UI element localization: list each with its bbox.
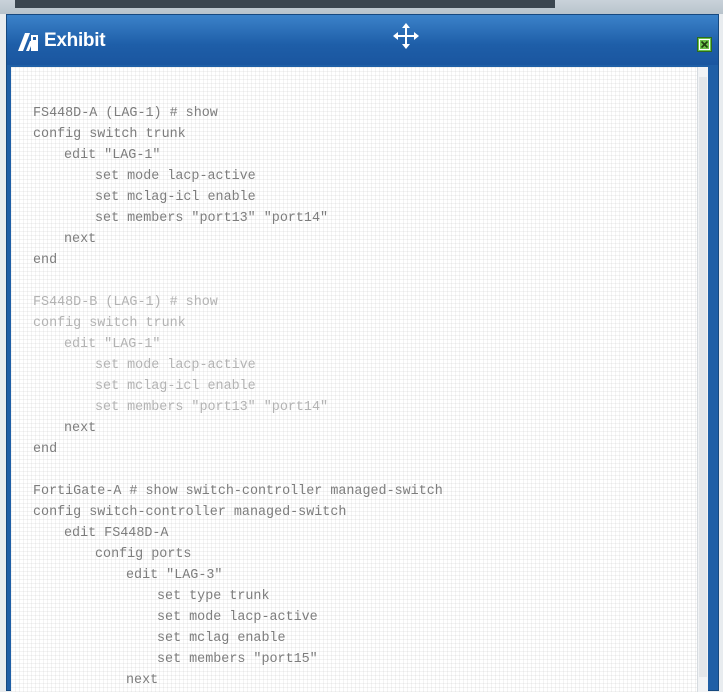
- code-line: set mode lacp-active: [157, 610, 318, 625]
- code-line: set mclag enable: [157, 631, 286, 646]
- background-window-edge: [15, 0, 555, 8]
- code-line: set mode lacp-active: [95, 358, 256, 373]
- code-line: end: [33, 253, 58, 268]
- code-line: set type trunk: [157, 589, 270, 604]
- code-line: config ports: [95, 547, 192, 562]
- code-line: set mclag-icl enable: [95, 190, 256, 205]
- background-screen-edge: [0, 0, 723, 14]
- code-line: edit "LAG-3": [126, 568, 223, 583]
- exhibit-content: FS448D-A (LAG-1) # show config switch tru…: [11, 67, 708, 692]
- window-title: Exhibit: [44, 30, 106, 51]
- close-button[interactable]: [697, 37, 712, 52]
- code-line: FortiGate-A # show switch-controller man…: [33, 484, 443, 499]
- window-titlebar[interactable]: Exhibit: [7, 15, 718, 65]
- code-line: set mclag-icl enable: [95, 379, 256, 394]
- code-line: config switch-controller managed-switch: [33, 505, 347, 520]
- code-line: set members "port15": [157, 652, 318, 667]
- code-line: next: [64, 421, 97, 436]
- code-line: set mode lacp-active: [95, 169, 256, 184]
- fortinet-exhibit-logo-icon: [18, 33, 38, 51]
- exhibit-window: Exhibit FS448D-A (LAG-1) # show config sw…: [6, 14, 719, 692]
- code-line: next: [126, 673, 159, 688]
- scrollbar-thumb[interactable]: [699, 77, 707, 677]
- code-line: next: [64, 232, 97, 247]
- code-line: edit FS448D-A: [64, 526, 169, 541]
- code-line: edit "LAG-1": [64, 148, 161, 163]
- code-line: end: [33, 442, 58, 457]
- move-cursor-icon[interactable]: [393, 23, 419, 49]
- code-line: config switch trunk: [33, 316, 186, 331]
- code-line: FS448D-A (LAG-1) # show: [33, 106, 218, 121]
- code-line: edit "LAG-1": [64, 337, 161, 352]
- cli-output: FS448D-A (LAG-1) # show config switch tru…: [33, 103, 443, 692]
- close-icon: [699, 39, 710, 50]
- code-line: FS448D-B (LAG-1) # show: [33, 295, 218, 310]
- vertical-scrollbar[interactable]: [697, 67, 708, 692]
- code-line: set members "port13" "port14": [95, 211, 329, 226]
- code-line: set members "port13" "port14": [95, 400, 329, 415]
- code-line: config switch trunk: [33, 127, 186, 142]
